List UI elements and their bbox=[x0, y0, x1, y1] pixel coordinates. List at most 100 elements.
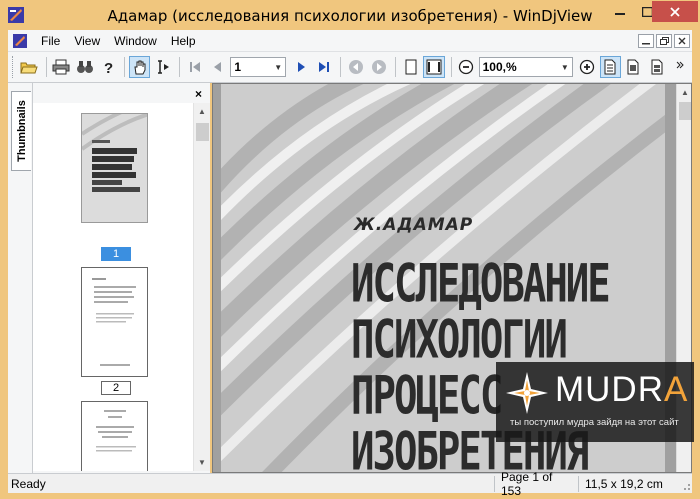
menu-window[interactable]: Window bbox=[107, 34, 164, 48]
continuous-page-icon bbox=[627, 59, 639, 75]
scroll-down-icon[interactable]: ▼ bbox=[194, 454, 210, 471]
hand-tool-button[interactable] bbox=[129, 56, 151, 78]
thumbnail-page-3-image bbox=[82, 402, 147, 471]
title-bar[interactable]: Адамар (исследования психологии изобрете… bbox=[0, 0, 700, 30]
single-page-button[interactable] bbox=[599, 56, 621, 78]
toolbar-separator bbox=[124, 57, 126, 77]
fit-width-button[interactable] bbox=[423, 56, 445, 78]
chevron-down-icon: ▼ bbox=[560, 62, 569, 72]
book-title-line-3: ПРОЦЕСС bbox=[351, 366, 503, 427]
tab-thumbnails[interactable]: Thumbnails bbox=[11, 91, 31, 171]
doc-minimize-button[interactable] bbox=[638, 33, 654, 48]
printer-icon bbox=[52, 59, 70, 75]
thumbnails-scroll-thumb[interactable] bbox=[196, 123, 209, 141]
status-bar: Ready Page 1 of 153 11,5 x 19,2 cm bbox=[8, 470, 692, 498]
chevron-right-icon bbox=[676, 61, 684, 69]
thumbnail-page-3[interactable] bbox=[81, 401, 148, 471]
zoom-in-button[interactable] bbox=[577, 56, 598, 78]
fit-width-icon bbox=[426, 59, 442, 75]
single-page-icon bbox=[604, 59, 616, 75]
thumbnail-page-2-image bbox=[82, 268, 147, 376]
page-number-value: 1 bbox=[234, 60, 242, 74]
close-icon bbox=[678, 37, 686, 44]
last-page-icon bbox=[318, 62, 329, 72]
continuous-page-button[interactable] bbox=[623, 56, 644, 78]
menu-bar: File View Window Help bbox=[8, 30, 692, 51]
toolbar: ? 1 ▼ 100,% ▼ bbox=[8, 51, 692, 83]
status-ready: Ready bbox=[11, 476, 46, 491]
tab-thumbnails-label: Thumbnails bbox=[16, 100, 28, 162]
forward-button[interactable] bbox=[368, 56, 389, 78]
zoom-out-button[interactable] bbox=[456, 56, 477, 78]
thumbnail-label-2[interactable]: 2 bbox=[101, 381, 131, 395]
binoculars-icon bbox=[76, 61, 93, 73]
mudra-brand-main: MUDR bbox=[555, 370, 664, 409]
forward-arrow-icon bbox=[371, 60, 386, 74]
scroll-up-icon[interactable]: ▲ bbox=[194, 103, 210, 120]
next-page-button[interactable] bbox=[290, 56, 311, 78]
facing-pages-button[interactable] bbox=[646, 56, 667, 78]
fit-page-button[interactable] bbox=[400, 56, 421, 78]
open-button[interactable] bbox=[19, 56, 40, 78]
mudra-logo-icon bbox=[506, 372, 548, 414]
close-icon bbox=[670, 6, 680, 17]
zoom-in-icon bbox=[580, 59, 595, 75]
back-arrow-icon bbox=[348, 60, 363, 74]
select-tool-button[interactable] bbox=[152, 56, 173, 78]
book-author: Ж.АДАМАР bbox=[354, 215, 474, 235]
page-number-select[interactable]: 1 ▼ bbox=[230, 57, 287, 77]
toolbar-separator bbox=[179, 57, 181, 77]
mudra-brand: MUDRA bbox=[555, 370, 688, 410]
doc-close-button[interactable] bbox=[674, 33, 690, 48]
find-button[interactable] bbox=[74, 56, 95, 78]
close-thumbnails-icon[interactable]: × bbox=[195, 87, 202, 101]
zoom-select[interactable]: 100,% ▼ bbox=[478, 57, 573, 77]
book-title-line-1: ИССЛЕДОВАНИЕ bbox=[351, 254, 611, 315]
close-button[interactable] bbox=[652, 1, 698, 22]
previous-page-button[interactable] bbox=[207, 56, 228, 78]
print-button[interactable] bbox=[51, 56, 72, 78]
minimize-icon bbox=[615, 12, 625, 15]
toolbar-overflow-button[interactable] bbox=[669, 56, 690, 78]
first-page-icon bbox=[189, 62, 200, 72]
document-icon[interactable] bbox=[12, 33, 28, 49]
window-title: Адамар (исследования психологии изобрете… bbox=[107, 7, 593, 25]
thumbnail-label-1[interactable]: 1 bbox=[101, 247, 131, 261]
menu-view[interactable]: View bbox=[67, 34, 107, 48]
resize-grip-icon[interactable] bbox=[678, 476, 692, 492]
back-button[interactable] bbox=[345, 56, 366, 78]
doc-restore-button[interactable] bbox=[656, 33, 672, 48]
first-page-button[interactable] bbox=[184, 56, 205, 78]
toolbar-separator bbox=[450, 57, 452, 77]
resize-grip-dots bbox=[684, 483, 690, 490]
thumbnail-page-2[interactable] bbox=[81, 267, 148, 377]
menu-help[interactable]: Help bbox=[164, 34, 203, 48]
mudra-watermark: MUDRA ты поступил мудра зайдя на этот са… bbox=[496, 362, 694, 442]
last-page-button[interactable] bbox=[313, 56, 334, 78]
facing-pages-icon bbox=[651, 59, 663, 75]
toolbar-separator bbox=[45, 57, 47, 77]
status-page-size: 11,5 x 19,2 cm bbox=[578, 475, 678, 492]
thumbnails-list[interactable]: 1 2 bbox=[33, 103, 193, 471]
zoom-value: 100,% bbox=[482, 60, 517, 74]
scroll-up-icon[interactable]: ▲ bbox=[677, 84, 691, 101]
thumbnails-scrollbar[interactable]: ▲ ▼ bbox=[193, 103, 210, 471]
minimize-button[interactable] bbox=[606, 1, 634, 22]
svg-text:?: ? bbox=[104, 60, 113, 75]
text-cursor-icon bbox=[157, 60, 169, 74]
thumbnails-pane: × 1 2 ▲ ▼ bbox=[32, 83, 210, 473]
chevron-down-icon: ▼ bbox=[274, 62, 283, 72]
help-question-icon: ? bbox=[104, 60, 113, 75]
restore-icon bbox=[659, 36, 669, 45]
document-scroll-thumb[interactable] bbox=[679, 102, 691, 120]
sidebar-tab-strip: Thumbnails bbox=[8, 83, 32, 473]
toolbar-grip[interactable] bbox=[12, 56, 15, 78]
thumbnail-page-1[interactable] bbox=[81, 113, 148, 223]
help-button[interactable]: ? bbox=[97, 56, 118, 78]
menu-file[interactable]: File bbox=[34, 34, 67, 48]
fit-page-icon bbox=[405, 59, 417, 75]
toolbar-separator bbox=[395, 57, 397, 77]
open-folder-icon bbox=[20, 62, 39, 74]
mudra-tagline: ты поступил мудра зайдя на этот сайт bbox=[510, 417, 679, 428]
mudra-brand-accent: A bbox=[663, 370, 689, 409]
